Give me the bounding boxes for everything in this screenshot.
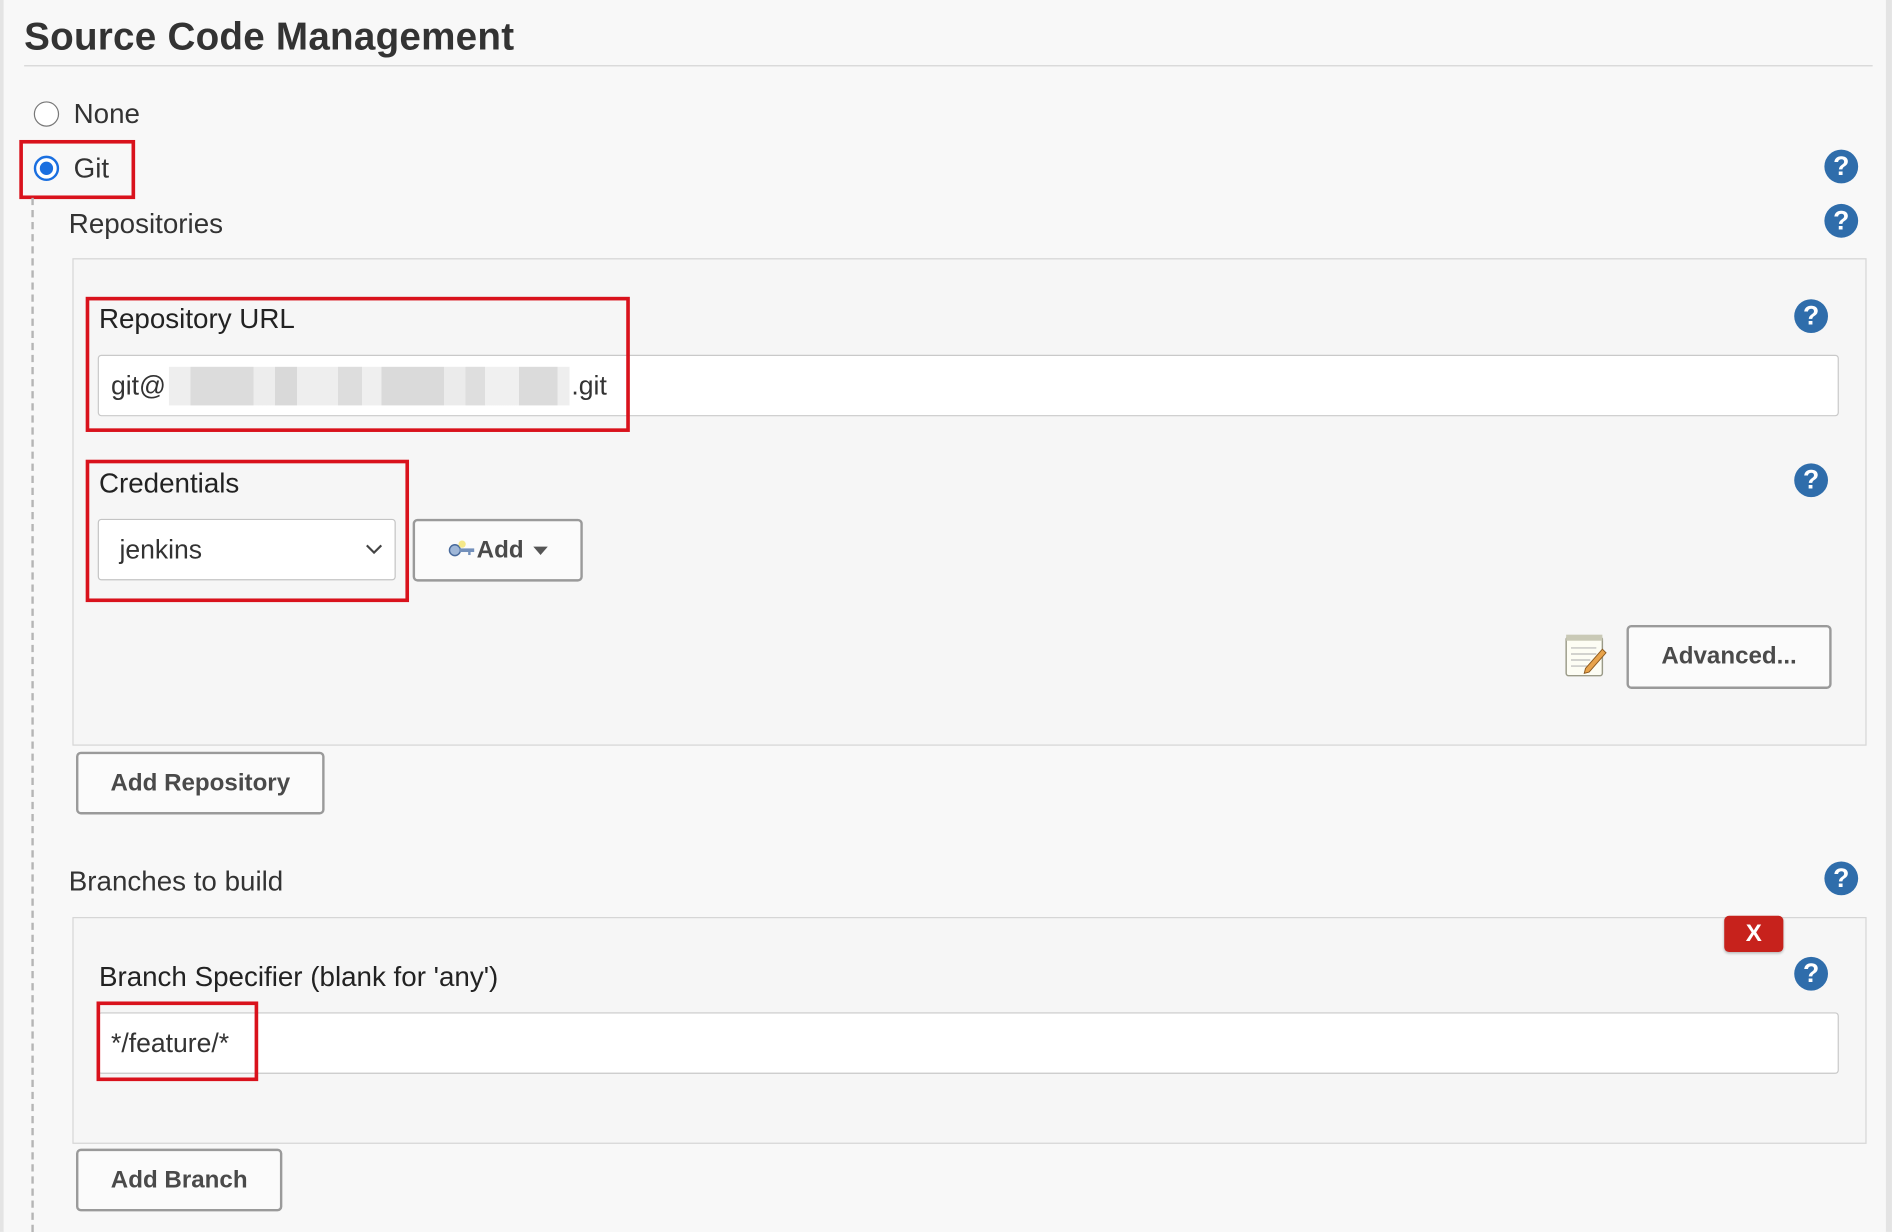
key-icon (448, 540, 475, 557)
notepad-icon (1565, 634, 1607, 677)
credentials-help-icon[interactable]: ? (1794, 463, 1828, 498)
title-divider (24, 65, 1873, 67)
branch-specifier-help-icon[interactable]: ? (1794, 956, 1828, 991)
git-highlight-box (19, 139, 136, 200)
add-branch-button[interactable]: Add Branch (76, 1148, 283, 1212)
repository-url-help-icon[interactable]: ? (1794, 299, 1828, 334)
branch-specifier-input[interactable]: */feature/* (97, 1012, 1839, 1074)
advanced-button[interactable]: Advanced... (1626, 625, 1832, 689)
branches-label: Branches to build (68, 865, 284, 897)
page-right-border (1885, 0, 1892, 1232)
branches-help-icon[interactable]: ? (1824, 861, 1859, 896)
branch-specifier-label: Branch Specifier (blank for 'any') (98, 960, 499, 992)
credentials-highlight-box (85, 459, 410, 603)
repositories-help-icon[interactable]: ? (1824, 203, 1859, 238)
radio-none[interactable] (33, 101, 60, 127)
delete-branch-button[interactable]: X (1724, 915, 1784, 953)
repositories-label: Repositories (68, 207, 224, 239)
git-help-icon[interactable]: ? (1824, 149, 1859, 184)
page-left-border (0, 0, 4, 1232)
scm-config-page: Source Code Management None Git ? Reposi… (0, 0, 1892, 1232)
add-repository-button[interactable]: Add Repository (76, 751, 325, 815)
git-options-guide-line (31, 197, 34, 1232)
caret-down-icon (533, 545, 548, 555)
add-credentials-button[interactable]: Add (412, 518, 583, 582)
branch-specifier-highlight-box (96, 1001, 259, 1082)
scm-option-none[interactable]: None (33, 97, 140, 131)
scm-option-none-label: None (73, 97, 140, 130)
add-credentials-label: Add (476, 536, 524, 563)
section-title: Source Code Management (24, 14, 515, 58)
repository-url-highlight-box (85, 296, 630, 432)
